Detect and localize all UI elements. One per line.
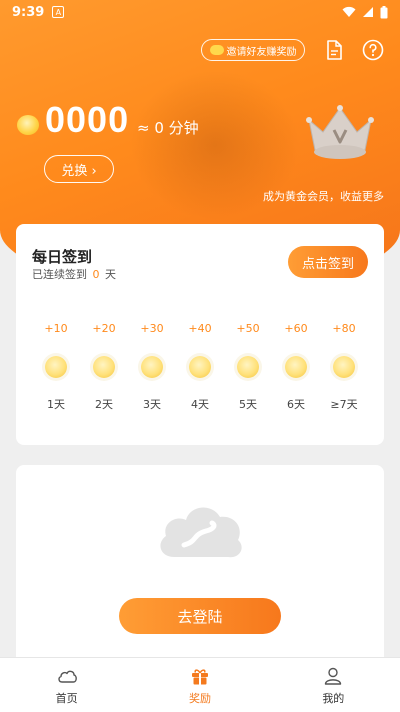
day-bonus: +40: [188, 322, 212, 335]
checkin-day: +80 ≥7天: [320, 322, 368, 412]
tab-label: 首页: [55, 691, 78, 705]
checkin-day: +10 1天: [32, 322, 80, 412]
exchange-button[interactable]: 兑换 ›: [44, 155, 114, 183]
coin-icon: [285, 356, 307, 378]
day-label: 4天: [191, 398, 209, 411]
day-bonus: +20: [92, 322, 116, 335]
wifi-icon: [342, 6, 356, 17]
coin-icon: [189, 356, 211, 378]
coin-icon: [333, 356, 355, 378]
daily-checkin-card: 每日签到 已连续签到 0 天 点击签到 +10 1天 +20 2天 +30 3天…: [16, 224, 384, 445]
day-label: 2天: [95, 398, 113, 411]
status-bar: 9:39 A: [0, 0, 400, 24]
day-bonus: +80: [332, 322, 356, 335]
battery-icon: [380, 5, 388, 18]
document-icon[interactable]: [323, 39, 345, 61]
streak-suffix: 天: [105, 268, 116, 281]
gift-icon: [191, 668, 208, 684]
day-label: 3天: [143, 398, 161, 411]
invite-friends-button[interactable]: 邀请好友赚奖励: [201, 39, 305, 61]
checkin-day: +50 5天: [224, 322, 272, 412]
checkin-title: 每日签到: [32, 248, 93, 266]
coin-icon: [93, 356, 115, 378]
day-label: 1天: [47, 398, 65, 411]
day-bonus: +30: [140, 322, 164, 335]
checkin-day: +40 4天: [176, 322, 224, 412]
invite-label: 邀请好友赚奖励: [226, 46, 297, 58]
day-label: 6天: [287, 398, 305, 411]
crown-icon[interactable]: [303, 102, 377, 166]
day-bonus: +50: [236, 322, 260, 335]
day-label: ≥7天: [330, 398, 358, 411]
coin-balance: 0000: [45, 99, 130, 140]
day-bonus: +60: [284, 322, 308, 335]
login-button[interactable]: 去登陆: [119, 598, 281, 634]
checkin-day: +30 3天: [128, 322, 176, 412]
coin-icon: [237, 356, 259, 378]
help-icon[interactable]: [362, 39, 384, 61]
vip-promo-text[interactable]: 成为黄金会员，收益更多: [263, 188, 384, 204]
tab-label: 我的: [322, 691, 345, 705]
bottom-tab-bar: 首页 奖励 我的: [0, 657, 400, 712]
coin-icon: [209, 45, 224, 55]
status-time: 9:39: [12, 4, 45, 20]
streak-days: 0: [92, 268, 100, 281]
day-bonus: +10: [44, 322, 68, 335]
tab-rewards[interactable]: 奖励: [133, 658, 266, 712]
user-icon: [325, 667, 342, 685]
streak-prefix: 已连续签到: [32, 268, 87, 281]
checkin-day: +60 6天: [272, 322, 320, 412]
coin-icon: [45, 356, 67, 378]
notification-icon: A: [52, 6, 65, 18]
tab-profile[interactable]: 我的: [267, 658, 400, 712]
login-card: 去登陆: [16, 465, 384, 665]
checkin-button[interactable]: 点击签到: [288, 246, 368, 278]
cloud-icon: [58, 670, 77, 683]
day-label: 5天: [239, 398, 257, 411]
tab-label: 奖励: [188, 691, 211, 705]
tab-home[interactable]: 首页: [0, 658, 133, 712]
coin-icon: [141, 356, 163, 378]
checkin-day: +20 2天: [80, 322, 128, 412]
checkin-streak: 已连续签到 0 天: [32, 266, 116, 282]
minutes-equivalent: ≈ 0 分钟: [137, 119, 199, 137]
coin-icon: [17, 115, 39, 135]
checkin-days: +10 1天 +20 2天 +30 3天 +40 4天 +50 5天 +60 6…: [32, 322, 368, 412]
empty-cloud-icon: [160, 507, 242, 558]
signal-icon: [363, 7, 373, 17]
